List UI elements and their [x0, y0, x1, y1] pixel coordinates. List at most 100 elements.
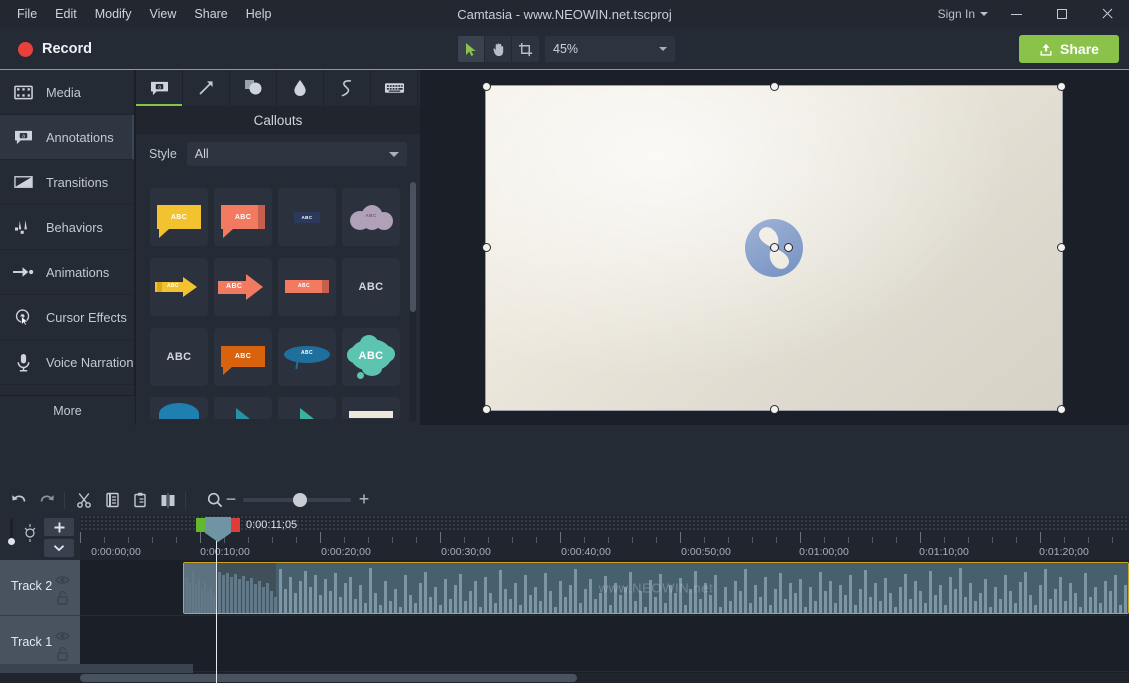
callout-navy-small[interactable]: ABC: [278, 188, 336, 246]
track-lane-track-2[interactable]: www.NEOWIN.net: [80, 560, 1129, 616]
callout-teal-corner-a[interactable]: [214, 397, 272, 419]
timeline-zoom-slider[interactable]: [243, 498, 351, 502]
thumb-label: ABC: [235, 353, 251, 360]
timeline-scrollbar-thumb[interactable]: [80, 674, 577, 682]
sidebar-more-button[interactable]: More: [0, 395, 135, 425]
timeline-zoom-in-button[interactable]: +: [355, 491, 373, 509]
blur-tab[interactable]: [277, 70, 324, 106]
callout-salmon-bar[interactable]: ABC: [278, 258, 336, 316]
thumb-label: ABC: [302, 215, 313, 220]
sidebar-item-voice-narration[interactable]: Voice Narration: [0, 340, 134, 385]
playhead-handle[interactable]: 0:00:11;05: [196, 517, 297, 533]
callout-salmon-rect[interactable]: ABC: [214, 188, 272, 246]
callout-text-plain[interactable]: ABC: [150, 328, 208, 386]
callout-orange-rect[interactable]: ABC: [214, 328, 272, 386]
cut-button[interactable]: [71, 487, 97, 513]
rotation-handle[interactable]: [770, 243, 779, 252]
copy-button[interactable]: [99, 487, 125, 513]
split-button[interactable]: [155, 487, 181, 513]
selection-handle-mr[interactable]: [1057, 243, 1066, 252]
playhead-out-marker[interactable]: [231, 518, 240, 532]
sketch-motion-tab[interactable]: [324, 70, 371, 106]
selection-handle-ml[interactable]: [482, 243, 491, 252]
arrow-right-icon: [13, 262, 34, 283]
sidebar-item-media[interactable]: Media: [0, 70, 134, 115]
shapes-tab[interactable]: [230, 70, 277, 106]
svg-text:a: a: [22, 133, 25, 139]
hand-tool[interactable]: [485, 36, 512, 62]
callout-yellow-arrow[interactable]: ABC: [150, 258, 208, 316]
playhead-marker[interactable]: [205, 517, 231, 533]
curve-shape: [159, 403, 199, 419]
selection-handle-tc[interactable]: [770, 82, 779, 91]
selection-handle-tl[interactable]: [482, 82, 491, 91]
panel-scrollbar-thumb[interactable]: [410, 182, 416, 312]
preview-area: [420, 70, 1129, 425]
arrows-tab[interactable]: [183, 70, 230, 106]
thumb-label: ABC: [235, 214, 251, 221]
zoom-level-select[interactable]: 45%: [545, 36, 675, 62]
menu-share[interactable]: Share: [185, 2, 236, 26]
center-handle[interactable]: [784, 243, 793, 252]
track-head-track-2[interactable]: Track 2: [0, 560, 80, 616]
callouts-tab[interactable]: a: [136, 70, 183, 106]
callout-white-bar[interactable]: [342, 397, 400, 419]
scissors-icon: [76, 492, 92, 508]
paste-button[interactable]: [127, 487, 153, 513]
timeline-zoom-knob[interactable]: [293, 493, 307, 507]
redo-button[interactable]: [34, 487, 60, 513]
minimize-button[interactable]: [994, 0, 1039, 28]
pointer-tool[interactable]: [458, 36, 485, 62]
undo-button[interactable]: [6, 487, 32, 513]
panel-scrollbar[interactable]: [410, 182, 416, 422]
selection-handle-bc[interactable]: [770, 405, 779, 414]
menu-edit[interactable]: Edit: [46, 2, 86, 26]
menu-view[interactable]: View: [141, 2, 186, 26]
menu-file[interactable]: File: [8, 2, 46, 26]
menu-modify[interactable]: Modify: [86, 2, 141, 26]
keystroke-tab[interactable]: [371, 70, 418, 106]
audio-waveform-clip[interactable]: www.NEOWIN.net: [183, 562, 1129, 614]
maximize-icon: [1057, 9, 1067, 19]
add-track-button[interactable]: [44, 518, 74, 536]
sign-in-button[interactable]: Sign In: [932, 7, 994, 21]
playhead-in-marker[interactable]: [196, 518, 205, 532]
callout-cloud-mauve[interactable]: ABC: [342, 188, 400, 246]
arrow-shape: ABC: [218, 274, 268, 300]
track-height-slider[interactable]: [8, 519, 15, 547]
callout-teal-thought[interactable]: ABC: [342, 328, 400, 386]
callout-salmon-arrow[interactable]: ABC: [214, 258, 272, 316]
sidebar-item-transitions[interactable]: Transitions: [0, 160, 134, 205]
svg-text:a: a: [158, 84, 161, 90]
track-options-button[interactable]: [44, 539, 74, 557]
microphone-icon: [13, 352, 34, 373]
selection-handle-tr[interactable]: [1057, 82, 1066, 91]
close-button[interactable]: [1084, 0, 1129, 28]
sidebar-item-behaviors[interactable]: Behaviors: [0, 205, 134, 250]
callout-text-only[interactable]: ABC: [342, 258, 400, 316]
eye-icon[interactable]: [55, 628, 70, 646]
timeline-toolbar: [0, 485, 1129, 515]
callout-yellow-rect[interactable]: ABC: [150, 188, 208, 246]
record-button[interactable]: Record: [8, 34, 102, 64]
menu-help[interactable]: Help: [237, 2, 281, 26]
callout-blue-ellipse[interactable]: ABC: [278, 328, 336, 386]
timeline-zoom-out-button[interactable]: −: [222, 491, 240, 509]
sidebar-item-animations[interactable]: Animations: [0, 250, 134, 295]
unlock-icon[interactable]: [57, 591, 68, 610]
share-button[interactable]: Share: [1019, 35, 1119, 63]
callout-blue-curve[interactable]: [150, 397, 208, 419]
selection-handle-bl[interactable]: [482, 405, 491, 414]
bar-shape: ABC: [285, 280, 329, 293]
maximize-button[interactable]: [1039, 0, 1084, 28]
track-lane-track-1[interactable]: [80, 616, 1129, 672]
selection-handle-br[interactable]: [1057, 405, 1066, 414]
timeline-horizontal-scrollbar[interactable]: [0, 673, 1129, 683]
crop-tool[interactable]: [512, 36, 539, 62]
sidebar-item-annotations[interactable]: a Annotations: [0, 115, 134, 160]
style-select[interactable]: All: [187, 142, 407, 166]
redo-icon: [39, 493, 55, 508]
eye-icon[interactable]: [55, 572, 70, 590]
callout-teal-corner-b[interactable]: [278, 397, 336, 419]
sidebar-item-cursor-effects[interactable]: Cursor Effects: [0, 295, 134, 340]
